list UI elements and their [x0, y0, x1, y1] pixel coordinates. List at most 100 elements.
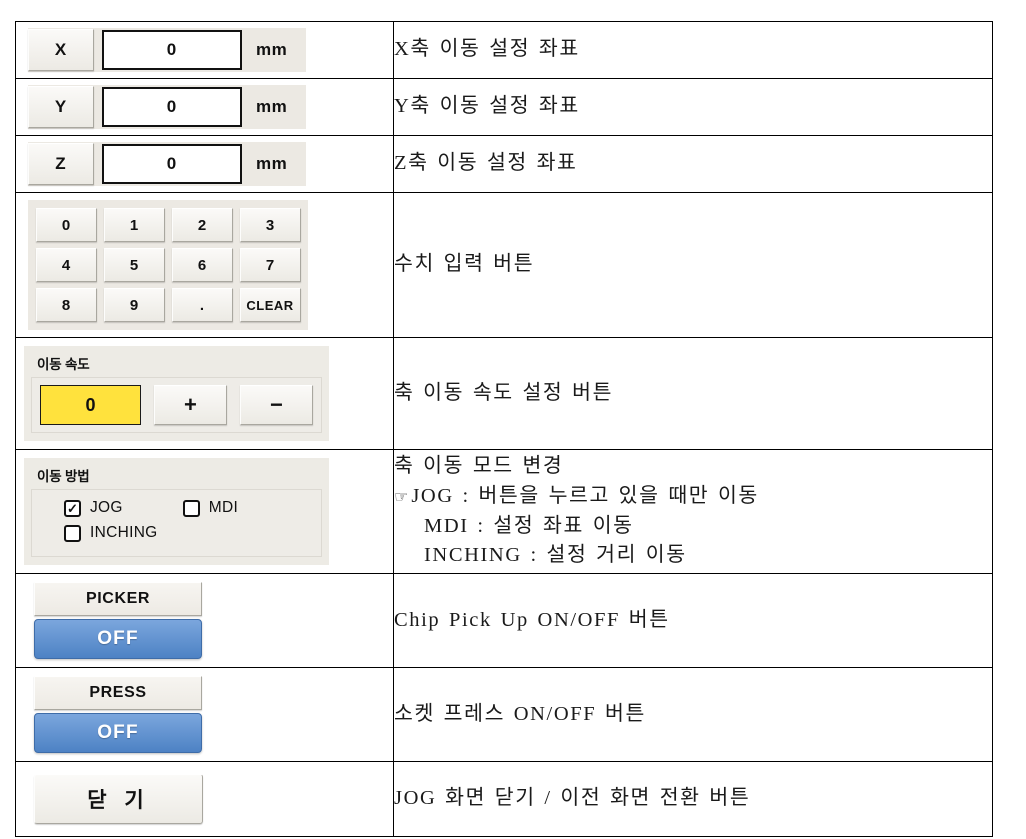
y-axis-button[interactable]: Y: [28, 86, 94, 128]
key-4[interactable]: 4: [35, 248, 97, 282]
table-row: PICKER OFF Chip Pick Up ON/OFF 버튼: [15, 573, 993, 668]
spec-table-page: X 0 mm X축 이동 설정 좌표 Y 0 mm Y축 이동 설정 좌표 Z …: [0, 0, 1026, 839]
move-speed-value[interactable]: 0: [40, 385, 141, 425]
checkbox-mdi-label: MDI: [208, 499, 239, 516]
desc-line: X축 이동 설정 좌표: [394, 38, 580, 61]
move-method-first-line: ✓ JOG MDI: [64, 499, 313, 517]
move-speed-description-cell: 축 이동 속도 설정 버튼: [393, 337, 993, 450]
move-speed-control-cell: 이동 속도 0 + −: [15, 337, 394, 450]
move-method-second-line: INCHING: [64, 524, 313, 542]
jog-control-spec-table: X 0 mm X축 이동 설정 좌표 Y 0 mm Y축 이동 설정 좌표 Z …: [15, 21, 993, 837]
z-axis-button[interactable]: Z: [28, 143, 94, 185]
table-row: PRESS OFF 소켓 프레스 ON/OFF 버튼: [15, 667, 993, 762]
move-speed-group: 이동 속도 0 + −: [24, 346, 329, 441]
move-speed-inner: 0 + −: [31, 377, 322, 433]
press-description: 소켓 프레스 ON/OFF 버튼: [394, 700, 992, 730]
x-axis-input[interactable]: 0: [102, 30, 242, 70]
x-axis-control-cell: X 0 mm: [15, 21, 394, 79]
desc-line: JOG 화면 닫기 / 이전 화면 전환 버튼: [394, 787, 751, 810]
move-method-description: 축 이동 모드 변경 ☞ JOG : 버튼을 누르고 있을 때만 이동 MDI :…: [394, 452, 992, 571]
desc-line: 수치 입력 버튼: [394, 253, 535, 276]
move-speed-decrease-button[interactable]: −: [239, 385, 313, 425]
table-row: X 0 mm X축 이동 설정 좌표: [15, 21, 993, 79]
move-method-group-title: 이동 방법: [37, 469, 90, 484]
close-control-cell: 닫 기: [15, 761, 394, 837]
press-title-button[interactable]: PRESS: [34, 676, 202, 710]
key-5[interactable]: 5: [103, 248, 165, 282]
close-description-cell: JOG 화면 닫기 / 이전 화면 전환 버튼: [393, 761, 993, 837]
desc-line-jog: ☞ JOG : 버튼을 누르고 있을 때만 이동: [394, 482, 992, 512]
key-decimal-point[interactable]: .: [171, 288, 233, 322]
key-0[interactable]: 0: [35, 208, 97, 242]
desc-line: 축 이동 속도 설정 버튼: [394, 381, 614, 404]
close-description: JOG 화면 닫기 / 이전 화면 전환 버튼: [394, 784, 992, 814]
keypad-row: 8 9 . CLEAR: [32, 285, 304, 325]
press-description-cell: 소켓 프레스 ON/OFF 버튼: [393, 667, 993, 762]
z-axis-description: Z축 이동 설정 좌표: [394, 149, 992, 179]
z-axis-control-cell: Z 0 mm: [15, 135, 394, 193]
key-2[interactable]: 2: [171, 208, 233, 242]
key-1[interactable]: 1: [103, 208, 165, 242]
pointing-hand-icon: ☞: [394, 486, 409, 506]
picker-title-button[interactable]: PICKER: [34, 582, 202, 616]
y-axis-control-cell: Y 0 mm: [15, 78, 394, 136]
keypad-description-cell: 수치 입력 버튼: [393, 192, 993, 338]
y-axis-input[interactable]: 0: [102, 87, 242, 127]
close-button[interactable]: 닫 기: [34, 774, 203, 824]
y-axis-unit-label: mm: [256, 97, 288, 116]
z-axis-input[interactable]: 0: [102, 144, 242, 184]
desc-line: Z축 이동 설정 좌표: [394, 152, 578, 175]
x-axis-unit-label: mm: [256, 40, 288, 59]
move-method-inner: ✓ JOG MDI INCHING: [31, 489, 322, 557]
numeric-keypad: 0 1 2 3 4 5 6 7 8 9 . CLEAR: [28, 200, 308, 330]
checkbox-mdi[interactable]: [182, 499, 200, 517]
keypad-row: 0 1 2 3: [32, 205, 304, 245]
picker-control: PICKER OFF: [34, 582, 202, 659]
key-3[interactable]: 3: [239, 208, 301, 242]
z-axis-description-cell: Z축 이동 설정 좌표: [393, 135, 993, 193]
move-method-group: 이동 방법 ✓ JOG MDI INCHING: [24, 458, 329, 565]
table-row: Z 0 mm Z축 이동 설정 좌표: [15, 135, 993, 193]
x-axis-button[interactable]: X: [28, 29, 94, 71]
key-8[interactable]: 8: [35, 288, 97, 322]
checkbox-jog-label: JOG: [90, 499, 123, 516]
checkbox-inching-label: INCHING: [90, 524, 158, 541]
y-axis-description-cell: Y축 이동 설정 좌표: [393, 78, 993, 136]
key-9[interactable]: 9: [103, 288, 165, 322]
key-7[interactable]: 7: [239, 248, 301, 282]
keypad-row: 4 5 6 7: [32, 245, 304, 285]
move-speed-group-title: 이동 속도: [37, 357, 90, 372]
picker-state-button[interactable]: OFF: [34, 619, 202, 659]
table-row: Y 0 mm Y축 이동 설정 좌표: [15, 78, 993, 136]
y-axis-panel: Y 0 mm: [28, 85, 306, 129]
move-speed-row: 0 + −: [40, 385, 313, 425]
press-control-cell: PRESS OFF: [15, 667, 394, 762]
press-control: PRESS OFF: [34, 676, 202, 753]
checkbox-jog[interactable]: ✓: [64, 499, 81, 517]
picker-description-cell: Chip Pick Up ON/OFF 버튼: [393, 573, 993, 668]
table-row: 0 1 2 3 4 5 6 7 8 9 . CLEAR 수치 입력 버튼: [15, 192, 993, 338]
table-row: 이동 속도 0 + − 축 이동 속도 설정 버튼: [15, 337, 993, 450]
desc-line-inching: INCHING : 설정 거리 이동: [424, 544, 687, 567]
picker-control-cell: PICKER OFF: [15, 573, 394, 668]
table-row: 닫 기 JOG 화면 닫기 / 이전 화면 전환 버튼: [15, 761, 993, 837]
checkbox-inching[interactable]: [64, 524, 81, 542]
z-axis-unit-label: mm: [256, 154, 288, 173]
press-state-button[interactable]: OFF: [34, 713, 202, 753]
move-method-description-cell: 축 이동 모드 변경 ☞ JOG : 버튼을 누르고 있을 때만 이동 MDI :…: [393, 449, 993, 574]
move-speed-increase-button[interactable]: +: [153, 385, 227, 425]
key-6[interactable]: 6: [171, 248, 233, 282]
x-axis-description: X축 이동 설정 좌표: [394, 35, 992, 65]
x-axis-panel: X 0 mm: [28, 28, 306, 72]
desc-line: 소켓 프레스 ON/OFF 버튼: [394, 702, 646, 725]
desc-line: Chip Pick Up ON/OFF 버튼: [394, 608, 670, 631]
picker-description: Chip Pick Up ON/OFF 버튼: [394, 606, 992, 636]
desc-line-jog-text: JOG : 버튼을 누르고 있을 때만 이동: [411, 484, 759, 507]
table-row: 이동 방법 ✓ JOG MDI INCHING 축 이동 모드 변경 ☞ JOG…: [15, 449, 993, 574]
y-axis-description: Y축 이동 설정 좌표: [394, 92, 992, 122]
move-method-control-cell: 이동 방법 ✓ JOG MDI INCHING: [15, 449, 394, 574]
z-axis-panel: Z 0 mm: [28, 142, 306, 186]
key-clear[interactable]: CLEAR: [239, 288, 301, 322]
keypad-control-cell: 0 1 2 3 4 5 6 7 8 9 . CLEAR: [15, 192, 394, 338]
desc-line: 축 이동 모드 변경: [394, 455, 564, 478]
